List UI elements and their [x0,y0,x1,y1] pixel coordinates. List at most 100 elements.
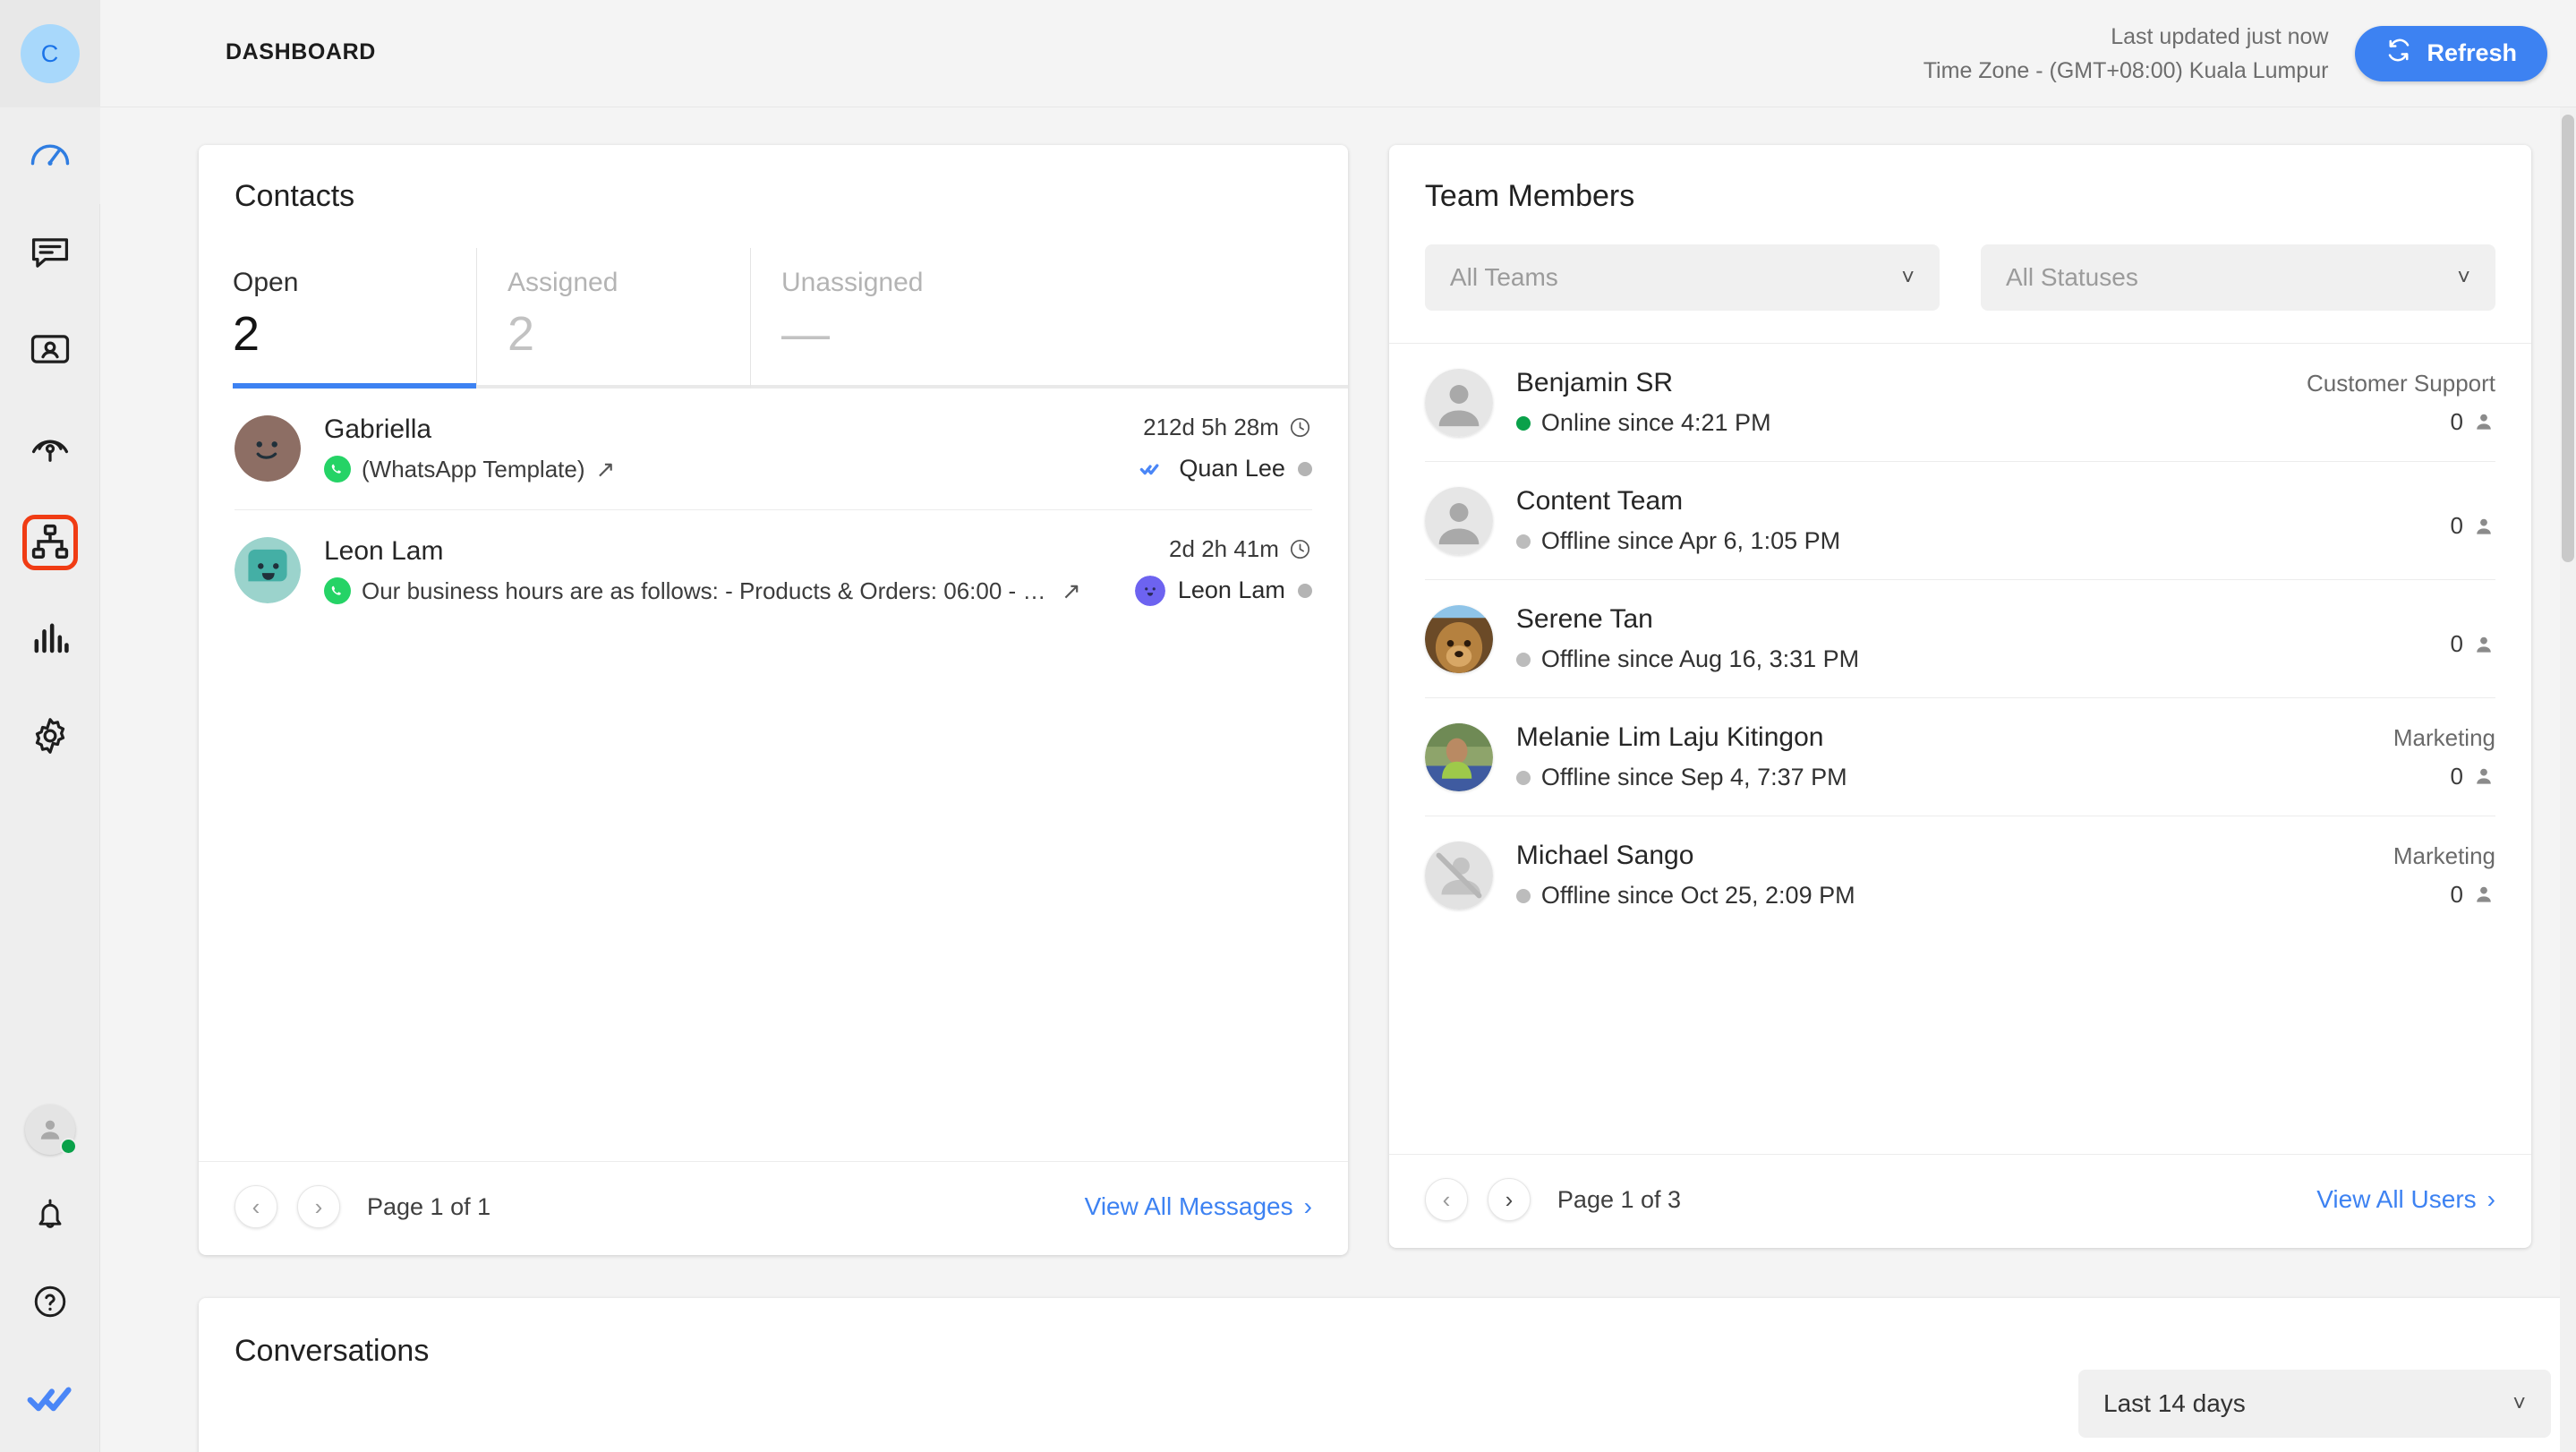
tab-unassigned-value: — [781,307,830,361]
team-list: Benjamin SR Online since 4:21 PM Custome… [1389,344,2531,1154]
all-teams-select[interactable]: All Teams ˅ [1424,244,1940,311]
team-footer: ‹ › Page 1 of 3 View All Users › [1388,1154,2531,1248]
top-bar: DASHBOARD Last updated just now Time Zon… [100,0,2576,107]
member-avatar [1424,841,1493,910]
sidebar-item-contacts[interactable] [0,301,100,397]
member-meta: Customer Support 0 [2307,370,2495,436]
member-team: Marketing [2393,841,2495,869]
tab-assigned-label: Assigned [508,268,618,297]
contact-message: Our business hours are as follows: - Pro… [362,577,1051,604]
contact-row[interactable]: Leon Lam Our business hours are as follo… [235,510,1312,631]
sidebar-item-reports[interactable] [0,591,100,688]
status-dot [1515,415,1531,431]
member-count-value: 0 [2450,512,2463,539]
team-row[interactable]: Michael Sango Offline since Oct 25, 2:09… [1424,816,2495,934]
member-meta: 0 [2451,501,2495,540]
tab-open[interactable]: Open 2 [233,248,476,389]
sidebar-item-settings[interactable] [0,688,100,784]
person-icon [2477,414,2491,430]
member-meta: Marketing 0 [2393,842,2495,909]
external-link-icon[interactable]: ↗ [596,456,616,483]
team-next-page-button[interactable]: › [1487,1178,1531,1221]
member-count: 0 [2393,881,2495,909]
sidebar-item-help[interactable] [0,1259,100,1345]
member-avatar [1424,604,1493,673]
contacts-next-page-button[interactable]: › [297,1185,340,1228]
contact-row[interactable]: Gabriella (WhatsApp Template) ↗ 212d 5h … [235,389,1312,510]
question-circle-icon [22,1274,78,1329]
sidebar-item-messages[interactable] [0,204,100,301]
member-count: 0 [2451,630,2495,658]
contact-meta: 2d 2h 41m Leon Lam [1134,535,1312,606]
view-all-messages-link[interactable]: View All Messages › [1085,1192,1312,1221]
team-row[interactable]: Content Team Offline since Apr 6, 1:05 P… [1424,462,2495,580]
contact-avatar [235,537,301,604]
all-statuses-value: All Statuses [2005,263,2138,291]
member-main: Content Team Offline since Apr 6, 1:05 P… [1515,486,2427,555]
sidebar-item-profile[interactable] [0,1087,100,1173]
tab-unassigned[interactable]: Unassigned — [750,248,1024,389]
org-chart-icon [21,515,78,570]
member-count-value: 0 [2450,762,2463,790]
member-count-value: 0 [2450,880,2463,908]
member-meta: 0 [2451,619,2495,658]
member-status-text: Offline since Apr 6, 1:05 PM [1540,527,1841,554]
timezone-text: Time Zone - (GMT+08:00) Kuala Lumpur [1923,57,2329,83]
contact-avatar [235,415,301,483]
date-range-select[interactable]: Last 14 days ˅ [2078,1370,2551,1438]
team-row[interactable]: Serene Tan Offline since Aug 16, 3:31 PM… [1424,580,2495,698]
sidebar-workspace-avatar[interactable]: C [0,0,100,107]
team-title: Team Members [1424,179,1635,213]
sidebar-item-notifications[interactable] [0,1173,100,1259]
view-all-messages-label: View All Messages [1084,1192,1293,1220]
contacts-page-label: Page 1 of 1 [367,1192,491,1220]
contact-main: Gabriella (WhatsApp Template) ↗ [324,414,1113,483]
scrollbar-thumb[interactable] [2562,115,2574,562]
chevron-down-icon: ˅ [2457,264,2471,290]
broadcast-icon [22,418,78,474]
clock-icon [1290,539,1309,559]
sidebar-item-broadcasts[interactable] [0,397,100,494]
page-title: DASHBOARD [226,39,376,64]
all-statuses-select[interactable]: All Statuses ˅ [1980,244,2496,311]
contact-preview: (WhatsApp Template) ↗ [324,456,1113,483]
app-root: C DASHBOARD Last updated just now Time Z… [0,0,2576,1452]
team-members-card: Team Members All Teams ˅ All Statuses ˅ [1388,145,2531,1248]
person-icon [2477,636,2491,653]
member-avatar [1424,486,1493,555]
tab-unassigned-label: Unassigned [781,268,924,297]
whatsapp-icon [324,577,351,605]
sidebar-brand-logo[interactable] [0,1345,100,1452]
member-name: Melanie Lim Laju Kitingon [1515,722,1824,752]
contacts-list: Gabriella (WhatsApp Template) ↗ 212d 5h … [199,389,1348,1161]
chevron-right-icon: › [1303,1192,1312,1220]
team-row[interactable]: Benjamin SR Online since 4:21 PM Custome… [1424,344,2495,462]
contact-meta: 212d 5h 28m Quan Lee [1136,414,1312,484]
tabs-filler [1024,248,1348,389]
team-row[interactable]: Melanie Lim Laju Kitingon Offline since … [1424,698,2495,816]
person-icon [2477,768,2491,784]
person-icon [2477,518,2491,534]
sidebar-item-dashboard[interactable] [0,107,100,204]
team-prev-page-button[interactable]: ‹ [1424,1178,1468,1221]
member-count-value: 0 [2450,407,2463,435]
sidebar-item-workflows[interactable] [0,494,100,591]
speedometer-icon [22,128,78,184]
refresh-button[interactable]: Refresh [2355,25,2547,81]
status-dot [1515,770,1531,785]
contact-assignee: Leon Lam [1134,575,1312,606]
member-status-text: Offline since Aug 16, 3:31 PM [1540,645,1860,672]
member-team: Customer Support [2307,369,2495,397]
update-info: Last updated just now Time Zone - (GMT+0… [1923,20,2329,88]
contact-preview: Our business hours are as follows: - Pro… [324,577,1112,605]
view-all-users-link[interactable]: View All Users › [2316,1185,2495,1214]
assignee-name: Leon Lam [1177,577,1285,604]
page-scrollbar[interactable] [2560,107,2576,1452]
chevron-down-icon: ˅ [1901,264,1915,290]
contacts-prev-page-button[interactable]: ‹ [235,1185,277,1228]
workspace-initial: C [20,24,80,83]
tab-assigned[interactable]: Assigned 2 [476,248,750,389]
member-avatar [1424,368,1493,437]
external-link-icon[interactable]: ↗ [1062,577,1081,605]
view-all-users-label: View All Users [2316,1185,2477,1213]
